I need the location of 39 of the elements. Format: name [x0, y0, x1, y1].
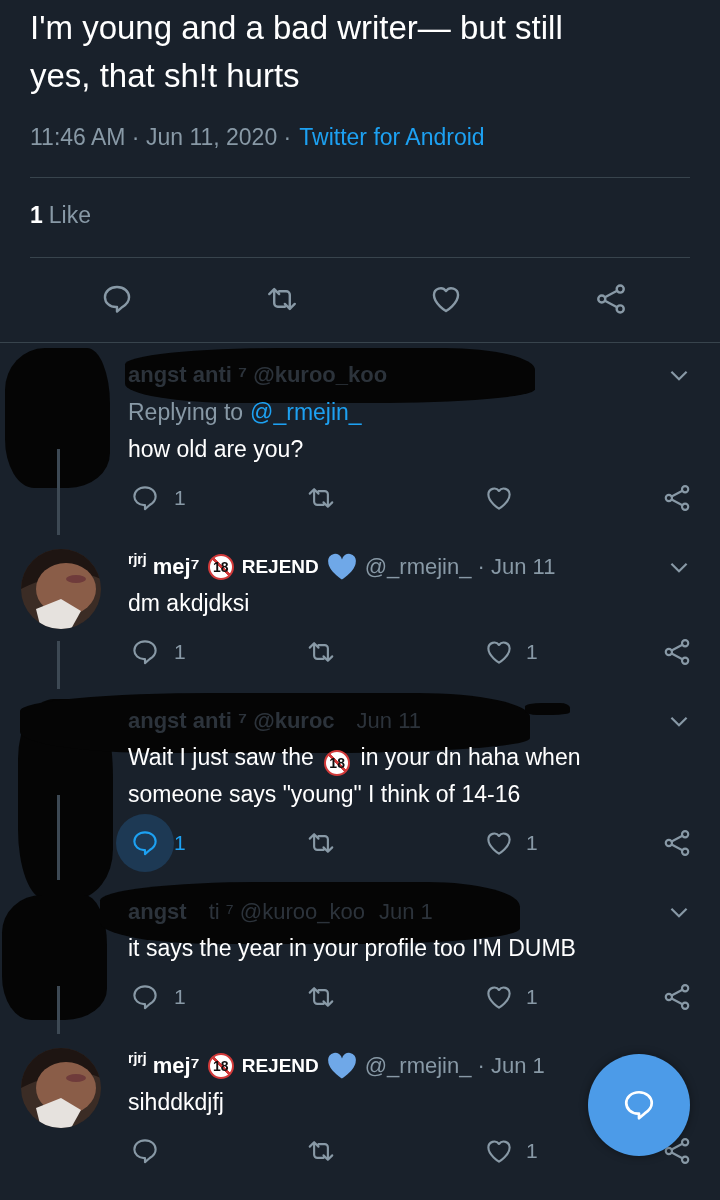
likes-label[interactable]: Like — [48, 202, 91, 229]
likes-count[interactable]: 1 — [30, 202, 43, 229]
tweet-source-link[interactable]: Twitter for Android — [299, 124, 485, 151]
tweet-text: I'm young and a bad writer— but still yes, that sh!t hurts — [30, 8, 564, 96]
reply-text: how old are you? — [128, 435, 304, 464]
like-count: 1 — [526, 1139, 538, 1163]
reply-count: 1 — [174, 486, 186, 510]
like-count: 1 — [526, 640, 538, 664]
heart-icon — [326, 1052, 357, 1080]
display-name-prefix: rjrj — [128, 551, 147, 567]
like-count: 1 — [526, 831, 538, 855]
reply-icon[interactable] — [130, 637, 160, 667]
display-name: mej⁷ — [152, 1053, 200, 1079]
heart-icon — [326, 553, 357, 581]
reply-icon[interactable] — [130, 982, 160, 1012]
tweet-time: 11:46 AM · Jun 11, 2020 · — [30, 124, 292, 151]
name-tag: REJEND — [241, 1055, 319, 1077]
user-handle: @_rmejin_ · Jun 11 — [364, 554, 556, 580]
mention-link[interactable]: @_rmejin_ — [250, 398, 362, 426]
share-icon[interactable] — [662, 483, 692, 513]
reply-text: dm akdjdksi — [128, 589, 250, 618]
reply-count: 1 — [174, 831, 186, 855]
display-name-prefix: rjrj — [128, 1050, 147, 1066]
reply-count: 1 — [174, 985, 186, 1009]
reply-icon[interactable] — [130, 828, 160, 858]
share-icon[interactable] — [662, 828, 692, 858]
reply-icon[interactable] — [130, 1136, 160, 1166]
display-name: mej⁷ — [152, 554, 200, 580]
user-handle: @_rmejin_ · Jun 1 — [364, 1053, 545, 1079]
like-count: 1 — [526, 985, 538, 1009]
share-icon[interactable] — [662, 637, 692, 667]
reply-text: it says the year in your profile too I'M DUMB — [128, 934, 576, 963]
name-tag: REJEND — [241, 556, 319, 578]
share-icon[interactable] — [662, 1136, 692, 1166]
replying-label: Replying to — [128, 398, 244, 426]
reply-text: sihddkdjfj — [128, 1088, 224, 1117]
reply-count: 1 — [174, 640, 186, 664]
reply-icon[interactable] — [130, 483, 160, 513]
share-icon[interactable] — [662, 982, 692, 1012]
